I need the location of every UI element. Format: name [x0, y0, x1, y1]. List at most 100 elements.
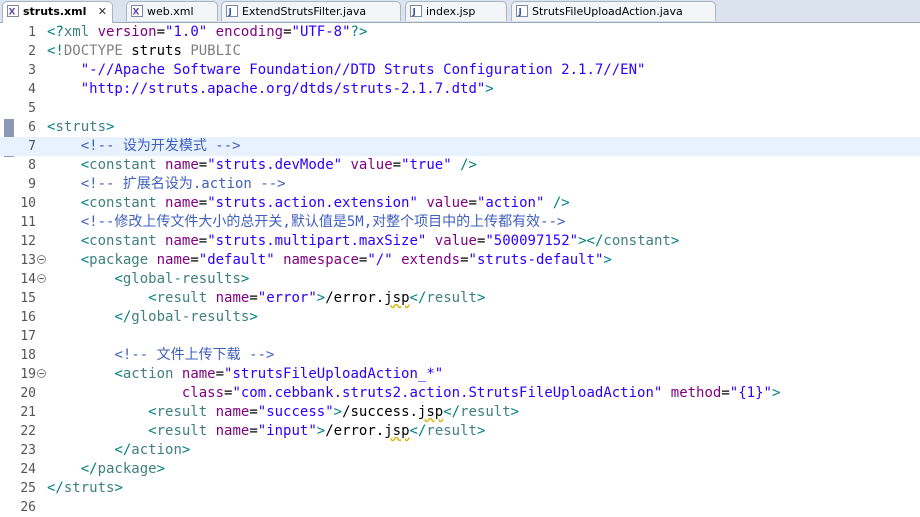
svg-text:X: X: [9, 8, 16, 18]
code-line[interactable]: 17: [0, 327, 920, 346]
code-token: result: [156, 404, 208, 420]
code-line[interactable]: 15 <result name="error">/error.jsp</resu…: [0, 289, 920, 308]
svg-text:J: J: [228, 8, 232, 18]
code-line[interactable]: 14 <global-results>: [0, 270, 920, 289]
code-line[interactable]: 8 <constant name="struts.devMode" value=…: [0, 156, 920, 175]
code-line[interactable]: 5: [0, 99, 920, 118]
code-line[interactable]: 13 <package name="default" namespace="/"…: [0, 251, 920, 270]
code-token: "{1}": [729, 385, 772, 401]
code-line[interactable]: 3 "-//Apache Software Foundation//DTD St…: [0, 61, 920, 80]
code-token: version: [97, 24, 157, 40]
code-token: struts: [63, 480, 115, 496]
code-line[interactable]: 6 <struts>: [0, 118, 920, 137]
code-token: >: [771, 385, 781, 401]
code-text: <result name="input">/error.jsp</result>: [47, 422, 485, 441]
code-text: <!-- 文件上传下载 -->: [47, 346, 274, 365]
tab-strutsfileuploadaction-java[interactable]: J StrutsFileUploadAction.java: [511, 1, 716, 21]
svg-text:J: J: [412, 8, 416, 18]
code-token: >: [485, 81, 494, 97]
code-token: "success": [257, 404, 334, 420]
fold-collapse-icon[interactable]: [37, 274, 46, 283]
code-line[interactable]: 2 <!DOCTYPE struts PUBLIC: [0, 42, 920, 61]
code-token: <!-- 文件上传下载 -->: [114, 347, 275, 363]
code-text: <struts>: [47, 118, 114, 137]
code-token: /success.: [342, 404, 418, 420]
line-number: 25: [20, 481, 36, 496]
code-token: name: [156, 252, 191, 268]
code-line[interactable]: 16 </global-results>: [0, 308, 920, 327]
tab-label: index.jsp: [426, 5, 476, 18]
code-token: =: [468, 195, 477, 211]
code-token: >: [476, 423, 486, 439]
code-token: =: [198, 233, 208, 249]
code-token: result: [156, 290, 208, 306]
code-token: "http://struts.apache.org/dtds/struts-2.…: [80, 81, 486, 97]
code-token: name: [181, 366, 216, 382]
line-number: 10: [20, 196, 36, 211]
code-line[interactable]: 20 class = "com.cebbank.struts2.action.Str…: [0, 384, 920, 403]
code-token: =: [721, 385, 730, 401]
code-line[interactable]: 4 "http://struts.apache.org/dtds/struts-…: [0, 80, 920, 99]
code-text: <!-- 设为开发模式 -->: [47, 137, 241, 156]
tab-web-xml[interactable]: Xweb.xml: [126, 1, 218, 21]
code-token: constant: [89, 233, 157, 249]
line-number: 5: [28, 101, 36, 116]
code-token: ?>: [350, 24, 368, 40]
code-token: </: [47, 480, 64, 496]
code-token: global-results: [131, 309, 250, 325]
code-token: "struts.multipart.maxSize": [207, 233, 427, 249]
code-token: =: [249, 290, 258, 306]
code-token: DOCTYPE: [63, 43, 123, 59]
code-line[interactable]: 1 <?xml version="1.0" encoding="UTF-8"?>: [0, 23, 920, 42]
code-token: </: [409, 290, 427, 306]
code-token: "500097152": [485, 233, 579, 249]
code-token: "default": [198, 252, 275, 268]
fold-collapse-icon[interactable]: [37, 255, 46, 264]
code-line[interactable]: 22 <result name="input">/error.jsp</resu…: [0, 422, 920, 441]
code-line[interactable]: 18 <!-- 文件上传下载 -->: [0, 346, 920, 365]
code-token: struts: [55, 119, 107, 135]
code-token: =: [249, 423, 258, 439]
code-line[interactable]: 19 <action name="strutsFileUploadAction_…: [0, 365, 920, 384]
code-text: <action name="strutsFileUploadAction_*": [47, 365, 443, 384]
close-icon[interactable]: ✕: [98, 2, 107, 21]
code-line[interactable]: 24 </package>: [0, 460, 920, 479]
code-line[interactable]: 10 <constant name="struts.action.extensi…: [0, 194, 920, 213]
code-token: >: [316, 290, 326, 306]
code-line[interactable]: 25 </struts>: [0, 479, 920, 498]
tab-extendstrutsfilter-java[interactable]: J ExtendStrutsFilter.java: [221, 1, 401, 21]
code-token: jsp: [384, 290, 410, 306]
line-number: 26: [20, 500, 36, 515]
tab-index-jsp[interactable]: Jindex.jsp: [405, 1, 507, 21]
code-token: <: [80, 195, 90, 211]
code-token: =: [156, 24, 166, 40]
code-token: /error.: [325, 290, 385, 306]
code-line[interactable]: 11 <!--修改上传文件大小的总开关,默认值是5M,对整个项目中的上传都有效-…: [0, 213, 920, 232]
code-line[interactable]: 23 </action>: [0, 441, 920, 460]
code-token: >: [181, 442, 191, 458]
code-line[interactable]: 9 <!-- 扩展名设为.action -->: [0, 175, 920, 194]
line-number: 24: [20, 462, 36, 477]
fold-collapse-icon[interactable]: [37, 369, 46, 378]
code-token: encoding: [215, 24, 284, 40]
code-line[interactable]: 26: [0, 498, 920, 517]
code-token: "strutsFileUploadAction_*": [224, 366, 444, 382]
tab-struts-xml[interactable]: Xstruts.xml ✕: [2, 1, 113, 23]
code-line[interactable]: 21 <result name="success">/success.jsp</…: [0, 403, 920, 422]
code-line[interactable]: 7 <!-- 设为开发模式 -->: [0, 137, 920, 156]
xml-source-editor[interactable]: 1 <?xml version="1.0" encoding="UTF-8"?> 2…: [0, 23, 920, 515]
code-line[interactable]: 12 <constant name="struts.multipart.maxS…: [0, 232, 920, 251]
code-token: name: [215, 404, 250, 420]
